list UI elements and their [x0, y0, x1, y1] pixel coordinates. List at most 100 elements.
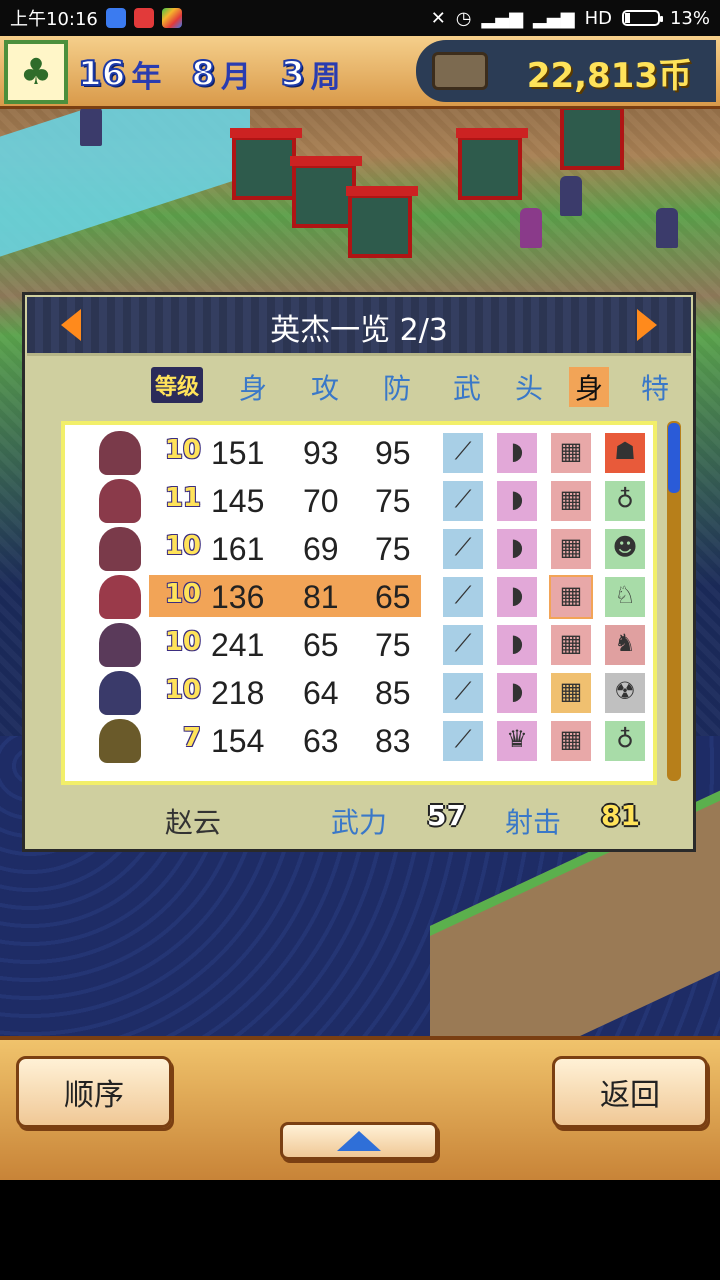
hero-row[interactable]: 10 218 64 85 ⟋ ◗ ▦ ☢ [71, 669, 647, 717]
scrollbar-thumb[interactable] [668, 423, 680, 493]
network-type: HD [584, 7, 612, 29]
header-armor[interactable]: 身 [569, 367, 610, 407]
nav-area [0, 1180, 720, 1280]
hero-level: 10 [164, 531, 201, 561]
hero-avatar [99, 719, 141, 763]
collapse-up-button[interactable] [280, 1122, 438, 1160]
status-bar: 上午10:16 ✕ ◷ ▂▄▆ ▂▄▆ HD 13% [0, 0, 720, 36]
signal-icon-2: ▂▄▆ [533, 7, 575, 29]
hero-defense: 85 [375, 675, 411, 711]
header-body[interactable]: 身 [239, 367, 267, 407]
helmet-icon: ◗ [497, 673, 537, 713]
crown-icon: ♛ [497, 721, 537, 761]
hero-avatar [99, 431, 141, 475]
red-horse-icon: ♞ [605, 625, 645, 665]
hero-row[interactable]: 10 151 93 95 ⟋ ◗ ▦ ☗ [71, 429, 647, 477]
armor-icon: ▦ [551, 625, 591, 665]
hero-attack: 93 [303, 435, 339, 471]
hero-row[interactable]: 11 145 70 75 ⟋ ◗ ▦ ♁ [71, 477, 647, 525]
frog-icon: ☻ [605, 529, 645, 569]
armor-icon: ▦ [551, 529, 591, 569]
hero-row[interactable]: 7 154 63 83 ⟋ ♛ ▦ ♁ [71, 717, 647, 765]
game-app-icon [161, 8, 182, 28]
hero-hp: 161 [211, 531, 265, 567]
signal-icon: ▂▄▆ [481, 7, 524, 29]
building [456, 128, 528, 200]
hero-defense: 75 [375, 627, 411, 663]
spear-icon: ⟋ [443, 433, 483, 473]
hero-level: 7 [182, 723, 201, 753]
hero-level: 11 [164, 483, 201, 513]
hero-level: 10 [164, 627, 201, 657]
money-amount: 22,813币 [526, 56, 692, 96]
hero-row[interactable]: 10 161 69 75 ⟋ ◗ ▦ ☻ [71, 525, 647, 573]
spear-icon: ⟋ [443, 577, 483, 617]
stat-value-force: 57 [427, 799, 466, 832]
building [290, 156, 362, 228]
next-page-arrow-icon[interactable] [637, 309, 657, 341]
villager-sprite [656, 208, 678, 248]
helmet-icon: ◗ [497, 529, 537, 569]
hero-avatar [99, 575, 141, 619]
hero-defense: 75 [375, 483, 411, 519]
hero-defense: 95 [375, 435, 411, 471]
alarm-icon: ◷ [455, 7, 472, 29]
hero-hp: 154 [211, 723, 265, 759]
battery-icon [621, 10, 663, 26]
horse-icon: ♘ [605, 577, 645, 617]
back-button[interactable]: 返回 [552, 1056, 708, 1128]
hero-level: 10 [164, 435, 201, 465]
villager-sprite [520, 208, 542, 248]
hero-avatar [99, 671, 141, 715]
status-time: 上午10:16 [10, 9, 98, 30]
armor-icon: ▦ [551, 433, 591, 473]
hero-hp: 145 [211, 483, 265, 519]
column-headers: 等级 身 攻 防 武 头 身 特 [25, 367, 693, 407]
stat-value-shooting: 81 [601, 799, 640, 832]
villager-sprite [560, 176, 582, 216]
year-value: 16 [77, 53, 126, 95]
spear-icon: ⟋ [443, 721, 483, 761]
header-attack[interactable]: 攻 [311, 367, 339, 407]
blue-armor-icon: ▦ [551, 673, 591, 713]
helmet-icon: ◗ [497, 433, 537, 473]
spear-icon: ⟋ [443, 673, 483, 713]
hero-level: 10 [164, 579, 201, 609]
header-rank[interactable]: 等级 [151, 367, 204, 403]
pouch-icon: ♁ [605, 721, 645, 761]
mute-icon: ✕ [430, 7, 446, 29]
hero-attack: 65 [303, 627, 339, 663]
hero-avatar [99, 479, 141, 523]
helmet-icon: ◗ [497, 481, 537, 521]
month-unit: 月 [221, 60, 251, 95]
panel-header: 英杰一览 2/3 [27, 297, 691, 356]
building [230, 128, 302, 200]
hero-hp: 241 [211, 627, 265, 663]
game-date: 16 年 8 月 3 周 [77, 44, 365, 104]
hero-row[interactable]: 10 241 65 75 ⟋ ◗ ▦ ♞ [71, 621, 647, 669]
hero-attack: 63 [303, 723, 339, 759]
header-special[interactable]: 特 [641, 367, 669, 407]
week-unit: 周 [310, 60, 341, 95]
hero-level: 10 [164, 675, 201, 705]
hero-attack: 81 [303, 579, 339, 615]
hero-hp: 151 [211, 435, 265, 471]
building [558, 98, 630, 170]
stat-label-shooting: 射击 [505, 806, 562, 839]
hero-row-selected[interactable]: 10 136 81 65 ⟋ ◗ ▦ ♘ [71, 573, 647, 621]
order-button[interactable]: 顺序 [16, 1056, 172, 1128]
bonsai-menu-button[interactable]: ♣ [4, 40, 68, 104]
header-weapon[interactable]: 武 [453, 367, 481, 407]
stat-label-force: 武力 [331, 806, 388, 839]
header-defense[interactable]: 防 [383, 367, 411, 407]
header-head[interactable]: 头 [515, 367, 543, 407]
panel-title: 英杰一览 2/3 [270, 313, 448, 348]
treasure-chest-icon [432, 52, 488, 90]
armor-icon: ▦ [551, 721, 591, 761]
armor-icon: ▦ [549, 575, 593, 619]
list-scrollbar[interactable] [667, 421, 681, 781]
armor-icon: ▦ [551, 481, 591, 521]
hero-list-panel: 英杰一览 2/3 等级 身 攻 防 武 头 身 特 10 151 93 95 ⟋… [22, 292, 696, 852]
dragon-icon: ☗ [605, 433, 645, 473]
hero-list: 10 151 93 95 ⟋ ◗ ▦ ☗ 11 145 70 75 ⟋ ◗ ▦ … [58, 418, 660, 788]
